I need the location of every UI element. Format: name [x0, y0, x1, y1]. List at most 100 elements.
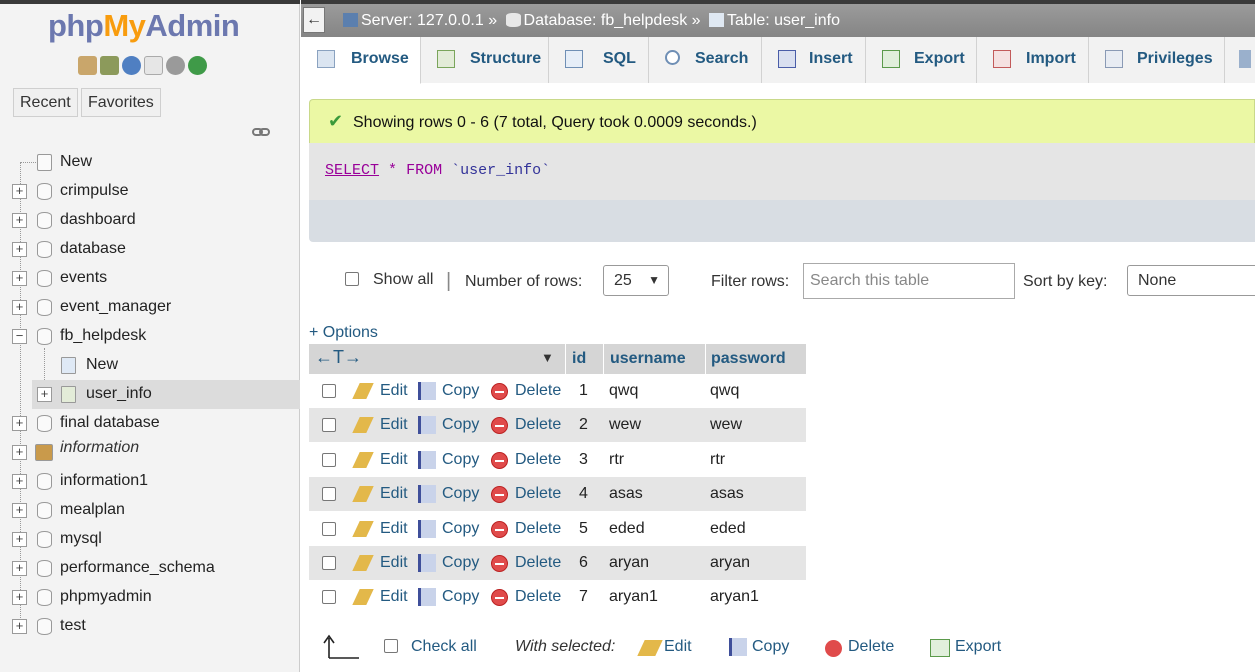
tab-search[interactable]: Search — [649, 37, 762, 83]
tab-more[interactable] — [1225, 37, 1255, 83]
row-checkbox[interactable] — [322, 452, 336, 467]
table-row[interactable]: Edit Copy Delete 3 rtr rtr — [309, 442, 806, 477]
tree-item-mealplan[interactable]: + mealplan — [0, 496, 300, 525]
phpmyadmin-logo[interactable]: phpMyAdmin — [48, 8, 240, 44]
tree-item-dashboard[interactable]: + dashboard — [0, 206, 300, 235]
column-header-password[interactable]: password — [711, 350, 786, 368]
tree-item-phpmyadmin[interactable]: + phpmyadmin — [0, 583, 300, 612]
help-icon[interactable] — [122, 56, 141, 75]
table-row[interactable]: Edit Copy Delete 2 wew wew — [309, 408, 806, 443]
check-all-checkbox[interactable] — [384, 639, 398, 653]
expand-icon[interactable]: + — [12, 416, 27, 431]
row-copy-button[interactable]: Copy — [442, 520, 479, 538]
row-delete-button[interactable]: Delete — [515, 451, 561, 469]
row-checkbox[interactable] — [322, 384, 336, 398]
bulk-export-button[interactable]: Export — [955, 638, 1001, 656]
options-link[interactable]: + Options — [309, 324, 378, 342]
tab-sql[interactable]: SQL — [549, 37, 649, 83]
row-edit-button[interactable]: Edit — [380, 451, 408, 469]
column-arrows-icon[interactable]: ←T→ — [315, 347, 362, 368]
collapse-navigation-button[interactable]: ← — [303, 7, 325, 33]
tab-privileges[interactable]: Privileges — [1089, 37, 1225, 83]
row-edit-button[interactable]: Edit — [380, 554, 408, 572]
recent-button[interactable]: Recent — [13, 88, 78, 117]
row-checkbox[interactable] — [322, 556, 336, 570]
tree-item-database[interactable]: + database — [0, 235, 300, 264]
row-copy-button[interactable]: Copy — [442, 382, 479, 400]
expand-icon[interactable]: + — [12, 271, 27, 286]
link-with-main-panel-icon[interactable] — [252, 126, 270, 138]
row-edit-button[interactable]: Edit — [380, 588, 408, 606]
row-checkbox[interactable] — [322, 418, 336, 433]
bulk-edit-button[interactable]: Edit — [664, 638, 692, 656]
column-header-id[interactable]: id — [572, 350, 586, 368]
row-checkbox[interactable] — [322, 521, 336, 536]
logout-icon[interactable] — [100, 56, 119, 75]
sql-keyword-select[interactable]: SELECT — [325, 162, 379, 179]
tree-item-information1[interactable]: + information1 — [0, 467, 300, 496]
column-header-username[interactable]: username — [610, 350, 686, 368]
favorites-button[interactable]: Favorites — [81, 88, 161, 117]
tree-item-performance-schema[interactable]: + performance_schema — [0, 554, 300, 583]
row-copy-button[interactable]: Copy — [442, 554, 479, 572]
row-checkbox[interactable] — [322, 590, 336, 605]
row-edit-button[interactable]: Edit — [380, 416, 408, 434]
table-row[interactable]: Edit Copy Delete 4 asas asas — [309, 477, 806, 512]
table-row[interactable]: Edit Copy Delete 5 eded eded — [309, 511, 806, 546]
filter-input[interactable]: Search this table — [803, 263, 1015, 299]
expand-icon[interactable]: + — [12, 619, 27, 634]
table-row[interactable]: Edit Copy Delete 6 aryan aryan — [309, 546, 806, 580]
breadcrumb-server[interactable]: Server: 127.0.0.1 » — [361, 12, 497, 29]
expand-icon[interactable]: + — [12, 445, 27, 460]
expand-icon[interactable]: + — [12, 561, 27, 576]
tab-structure[interactable]: Structure — [421, 37, 549, 83]
tree-item-fb-helpdesk[interactable]: − fb_helpdesk — [0, 322, 300, 351]
reload-icon[interactable] — [188, 56, 207, 75]
rows-select[interactable]: 25 ▼ — [603, 265, 669, 296]
row-copy-button[interactable]: Copy — [442, 588, 479, 606]
expand-icon[interactable]: + — [12, 300, 27, 315]
check-all-label[interactable]: Check all — [411, 638, 477, 656]
expand-icon[interactable]: + — [12, 242, 27, 257]
expand-icon[interactable]: + — [12, 213, 27, 228]
sort-down-icon[interactable]: ▼ — [541, 350, 554, 365]
sort-select[interactable]: None — [1127, 265, 1255, 296]
row-checkbox[interactable] — [322, 487, 336, 502]
row-delete-button[interactable]: Delete — [515, 520, 561, 538]
tree-item-final-database[interactable]: + final database — [0, 409, 300, 438]
row-delete-button[interactable]: Delete — [515, 485, 561, 503]
breadcrumb-table[interactable]: Table: user_info — [727, 12, 840, 29]
tree-item-information[interactable]: + information — [0, 438, 300, 467]
tree-item-events[interactable]: + events — [0, 264, 300, 293]
bulk-delete-button[interactable]: Delete — [848, 638, 894, 656]
row-edit-button[interactable]: Edit — [380, 485, 408, 503]
tree-item-new[interactable]: New — [0, 148, 300, 177]
collapse-icon[interactable]: − — [12, 329, 27, 344]
row-delete-button[interactable]: Delete — [515, 416, 561, 434]
tree-item-user-info[interactable]: + user_info — [32, 380, 300, 409]
table-row[interactable]: Edit Copy Delete 7 aryan1 aryan1 — [309, 580, 806, 615]
row-copy-button[interactable]: Copy — [442, 451, 479, 469]
tab-browse[interactable]: Browse — [301, 37, 421, 84]
tree-item-test[interactable]: + test — [0, 612, 300, 641]
expand-icon[interactable]: + — [12, 474, 27, 489]
row-delete-button[interactable]: Delete — [515, 382, 561, 400]
table-row[interactable]: Edit Copy Delete 1 qwq qwq — [309, 374, 806, 408]
tree-item-event-manager[interactable]: + event_manager — [0, 293, 300, 322]
settings-gear-icon[interactable] — [166, 56, 185, 75]
row-delete-button[interactable]: Delete — [515, 554, 561, 572]
row-edit-button[interactable]: Edit — [380, 382, 408, 400]
tab-import[interactable]: Import — [977, 37, 1089, 83]
home-icon[interactable] — [78, 56, 97, 75]
expand-icon[interactable]: + — [12, 590, 27, 605]
show-all-checkbox[interactable] — [345, 272, 359, 286]
row-copy-button[interactable]: Copy — [442, 485, 479, 503]
bulk-copy-button[interactable]: Copy — [752, 638, 789, 656]
tab-export[interactable]: Export — [866, 37, 977, 83]
expand-icon[interactable]: + — [12, 532, 27, 547]
row-edit-button[interactable]: Edit — [380, 520, 408, 538]
row-copy-button[interactable]: Copy — [442, 416, 479, 434]
expand-icon[interactable]: + — [37, 387, 52, 402]
tree-item-new-table[interactable]: New — [0, 351, 300, 380]
tree-item-crimpulse[interactable]: + crimpulse — [0, 177, 300, 206]
